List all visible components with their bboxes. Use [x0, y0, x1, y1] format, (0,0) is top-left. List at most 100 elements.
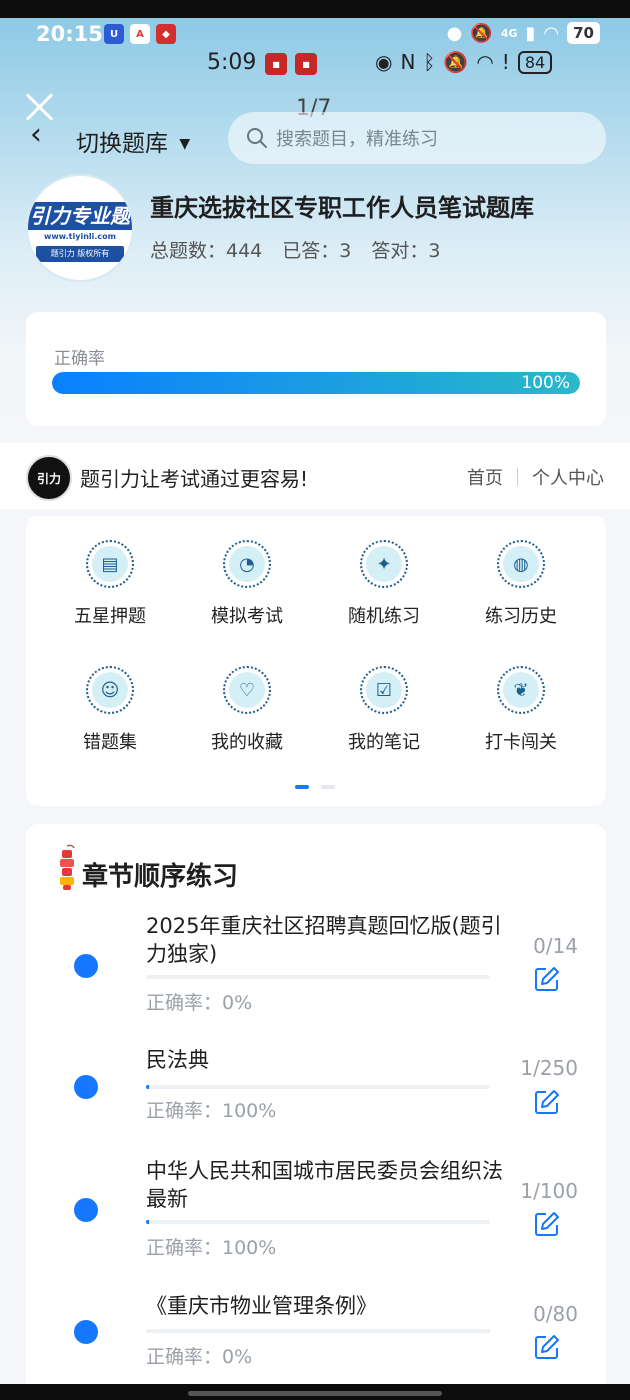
chapter-accuracy: 正确率：100% — [146, 1100, 277, 1122]
feature-label: 我的笔记 — [348, 732, 420, 753]
correct-count: 答对：3 — [371, 240, 441, 262]
feature-label: 练习历史 — [485, 606, 557, 627]
chapter-card: 章节顺序练习 2025年重庆社区招聘真题回忆版(题引力独家) 正确率：0% 0/… — [26, 824, 606, 1400]
answered-count: 已答：3 — [282, 240, 352, 262]
leaf-icon: ❦ — [497, 666, 545, 714]
caret-down-icon: ▼ — [179, 136, 191, 152]
promo-strip: 引力 题引力让考试通过更容易! 首页 个人中心 — [0, 443, 630, 509]
nfc-icon: N — [400, 50, 416, 74]
eye-icon: ◉ — [375, 50, 393, 74]
chapter-section-title: 章节顺序练习 — [82, 862, 239, 892]
feature-label: 打卡闯关 — [485, 732, 557, 753]
search-input[interactable]: 搜索题目，精准练习 — [228, 112, 606, 164]
bank-logo-url: www.tiyinli.com — [43, 232, 116, 241]
feature-five-star[interactable]: ▤ 五星押题 — [42, 516, 178, 628]
promo-slogan: 题引力让考试通过更容易! — [80, 467, 309, 491]
signal-icon: ▮ — [525, 22, 536, 44]
id-card-icon: ▤ — [86, 540, 134, 588]
edit-icon[interactable] — [534, 966, 560, 992]
chapter-item[interactable]: 民法典 正确率：100% 1/250 — [26, 1046, 606, 1156]
feature-label: 错题集 — [83, 732, 137, 753]
promo-nav: 首页 个人中心 — [467, 464, 604, 490]
system-home-bar — [0, 1384, 630, 1400]
inner-battery-indicator: 84 — [517, 50, 553, 74]
bank-logo-copyright: 题引力 版权所有 — [36, 246, 124, 262]
home-gesture-pill[interactable] — [188, 1391, 442, 1396]
chapter-bullet — [74, 954, 98, 978]
edit-icon[interactable] — [534, 1211, 560, 1237]
chapter-name: 2025年重庆社区招聘真题回忆版(题引力独家) — [146, 914, 502, 966]
compass-icon: ✦ — [360, 540, 408, 588]
app-notification-icon: ■ — [265, 53, 287, 75]
feature-random-practice[interactable]: ✦ 随机练习 — [316, 516, 452, 628]
search-placeholder: 搜索题目，精准练习 — [276, 129, 438, 150]
feature-wrong-questions[interactable]: ☺ 错题集 — [42, 642, 178, 754]
chapter-bullet — [74, 1320, 98, 1344]
feature-notes[interactable]: ☑ 我的笔记 — [316, 642, 452, 754]
chapter-bullet — [74, 1198, 98, 1222]
chapter-progress-bar — [146, 1220, 490, 1224]
edit-icon[interactable] — [534, 1334, 560, 1360]
chapter-item[interactable]: 中华人民共和国城市居民委员会组织法 最新 正确率：100% 1/100 — [26, 1157, 606, 1267]
nav-divider — [517, 468, 518, 486]
search-icon — [247, 128, 267, 148]
feature-mock-exam[interactable]: ◔ 模拟考试 — [179, 516, 315, 628]
chapter-name: 民法典 — [146, 1048, 209, 1072]
app-notification-icon: ■ — [295, 53, 317, 75]
accuracy-progress-fill — [52, 372, 580, 394]
chapter-bullet — [74, 1075, 98, 1099]
bank-logo: 引力专业题 www.tiyinli.com 题引力 版权所有 — [26, 174, 134, 282]
chapter-name: 中华人民共和国城市居民委员会组织法 最新 — [146, 1159, 503, 1211]
chapter-progress-count: 0/14 — [533, 934, 578, 958]
feature-favorites[interactable]: ♡ 我的收藏 — [179, 642, 315, 754]
globe-icon: ◍ — [497, 540, 545, 588]
inner-status-time: 5:09 — [207, 50, 257, 75]
bluetooth-icon: ᛒ — [423, 50, 436, 74]
network-type: 4G — [500, 26, 518, 40]
head-icon: ☺ — [86, 666, 134, 714]
app-notification-icon: U — [104, 24, 124, 44]
status-app-icons: U A ◆ — [104, 24, 176, 44]
accuracy-value: 100% — [521, 373, 570, 393]
chapter-progress-count: 0/80 — [533, 1302, 578, 1326]
switch-bank-label: 切换题库 — [76, 131, 168, 157]
inner-status-app-icons: ■ ■ — [265, 53, 317, 75]
feature-label: 随机练习 — [348, 606, 420, 627]
accuracy-card: 正确率 100% — [26, 312, 606, 426]
bank-title: 重庆选拔社区专职工作人员笔试题库 — [150, 194, 534, 222]
mute-icon: 🔕 — [443, 50, 469, 74]
accuracy-label: 正确率 — [54, 349, 105, 369]
back-icon[interactable]: ‹ — [30, 120, 42, 150]
mute-icon: 🔕 — [470, 22, 493, 44]
app-notification-icon: ◆ — [156, 24, 176, 44]
location-icon: ● — [446, 22, 463, 44]
edit-icon[interactable] — [534, 1089, 560, 1115]
feature-checkin[interactable]: ❦ 打卡闯关 — [453, 642, 589, 754]
status-time: 20:15 — [36, 22, 103, 46]
chapter-progress-count: 1/250 — [520, 1056, 578, 1080]
chapter-item[interactable]: 2025年重庆社区招聘真题回忆版(题引力独家) 正确率：0% 0/14 — [26, 912, 606, 1022]
page-dot-active — [295, 785, 309, 789]
grid-page-indicator[interactable] — [295, 785, 335, 789]
bank-logo-text: 引力专业题 — [28, 202, 132, 230]
feature-label: 模拟考试 — [211, 606, 283, 627]
chapter-progress-bar — [146, 1329, 490, 1333]
app-notification-icon: A — [130, 24, 150, 44]
chapter-progress-bar — [146, 975, 490, 979]
chapter-progress-fill — [146, 1220, 150, 1224]
chapter-progress-fill — [146, 1085, 150, 1089]
wifi-icon: ◠ — [543, 22, 560, 44]
switch-bank-dropdown[interactable]: 切换题库 ▼ — [76, 124, 190, 158]
feature-practice-history[interactable]: ◍ 练习历史 — [453, 516, 589, 628]
battery-indicator: 70 — [567, 22, 600, 44]
nav-home-link[interactable]: 首页 — [467, 464, 503, 490]
feature-grid: ▤ 五星押题 ◔ 模拟考试 ✦ 随机练习 ◍ 练习历史 ☺ 错题集 ♡ 我的收藏… — [26, 516, 606, 806]
feature-label: 五星押题 — [74, 606, 146, 627]
chapter-name: 《重庆市物业管理条例》 — [146, 1294, 377, 1318]
chapter-accuracy: 正确率：100% — [146, 1237, 277, 1259]
accuracy-progress-bar — [52, 372, 580, 394]
chapter-accuracy: 正确率：0% — [146, 1346, 253, 1368]
chapter-progress-count: 1/100 — [520, 1179, 578, 1203]
page-dot — [321, 785, 335, 789]
nav-personal-link[interactable]: 个人中心 — [532, 464, 604, 490]
